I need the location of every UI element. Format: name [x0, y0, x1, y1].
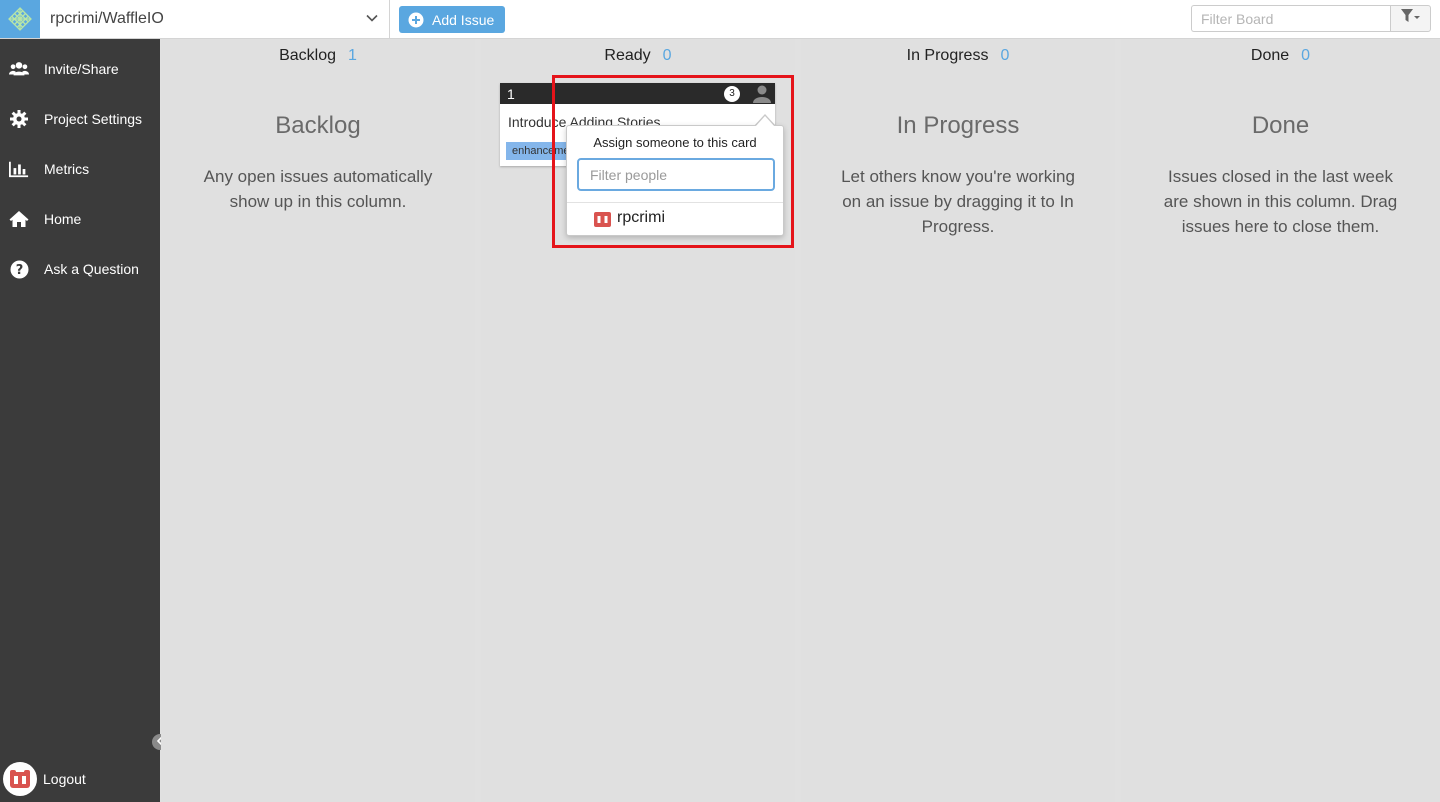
question-icon: ? — [9, 259, 29, 279]
assignee-person-icon[interactable] — [753, 84, 771, 103]
svg-text:?: ? — [15, 263, 23, 278]
sidebar-item-metrics[interactable]: Metrics — [0, 149, 160, 189]
sidebar: Invite/Share Project Settings Metrics Ho… — [0, 39, 160, 802]
column-name: Ready — [604, 47, 651, 64]
plus-circle-icon — [408, 12, 424, 28]
column-empty-title: Done — [1251, 112, 1310, 139]
user-avatar — [3, 762, 37, 796]
column-empty-description: Any open issues automatically show up in… — [203, 167, 433, 211]
column-empty-title: Backlog — [275, 112, 361, 139]
divider — [567, 202, 783, 203]
comment-count-badge: 3 — [724, 86, 740, 102]
sidebar-item-home[interactable]: Home — [0, 199, 160, 239]
column-name: Backlog — [279, 47, 336, 64]
column-header: In Progress 0 — [801, 47, 1115, 65]
column-in-progress: In Progress 0 In Progress Let others know… — [801, 39, 1115, 802]
sidebar-item-project-settings[interactable]: Project Settings — [0, 99, 160, 139]
add-issue-label: Add Issue — [432, 11, 495, 28]
sidebar-item-label: Home — [44, 211, 82, 227]
column-name: In Progress — [906, 47, 989, 64]
card-header: 1 3 — [500, 83, 775, 104]
sidebar-item-ask-question[interactable]: ? Ask a Question — [0, 249, 160, 289]
assign-popover: Assign someone to this card rpcrimi — [566, 125, 784, 236]
column-backlog: Backlog 1 Backlog Any open issues automat… — [161, 39, 475, 802]
column-name: Done — [1250, 47, 1290, 64]
top-bar: rpcrimi/WaffleIO Add Issue — [0, 0, 1440, 39]
issue-number: 1 — [507, 85, 515, 102]
filter-icon — [1400, 9, 1421, 28]
sidebar-item-label: Project Settings — [44, 111, 143, 127]
column-header: Ready 0 — [481, 47, 795, 65]
popover-arrow-inner — [755, 116, 775, 127]
column-count: 0 — [662, 47, 672, 64]
bar-chart-icon — [9, 159, 29, 179]
sidebar-item-invite-share[interactable]: Invite/Share — [0, 49, 160, 89]
column-header: Done 0 — [1121, 47, 1440, 65]
filter-people-input[interactable] — [577, 158, 775, 191]
column-empty-description: Let others know you're working on an iss… — [841, 167, 1075, 236]
assignee-option[interactable]: rpcrimi — [594, 209, 665, 227]
sidebar-item-label: Invite/Share — [44, 61, 119, 77]
user-avatar — [594, 210, 611, 227]
chevron-down-icon — [365, 11, 379, 30]
waffle-logo[interactable] — [0, 0, 40, 38]
home-icon — [9, 209, 29, 229]
logout-button[interactable]: Logout — [0, 761, 160, 797]
column-count: 0 — [1301, 47, 1311, 64]
column-empty-description: Issues closed in the last week are shown… — [1163, 167, 1398, 236]
column-done: Done 0 Done Issues closed in the last wee… — [1121, 39, 1440, 802]
assignee-name: rpcrimi — [617, 209, 665, 226]
sidebar-item-label: Ask a Question — [44, 261, 139, 277]
repo-name: rpcrimi/WaffleIO — [50, 10, 164, 27]
sidebar-item-label: Metrics — [44, 161, 90, 177]
repo-selector[interactable]: rpcrimi/WaffleIO — [40, 0, 390, 38]
users-icon — [9, 59, 29, 79]
gear-icon — [9, 109, 29, 129]
add-issue-button[interactable]: Add Issue — [399, 6, 505, 33]
logout-label: Logout — [43, 771, 86, 787]
column-empty-title: In Progress — [896, 112, 1020, 139]
filter-board-input[interactable] — [1191, 5, 1391, 32]
column-header: Backlog 1 — [161, 47, 475, 65]
popover-title: Assign someone to this card — [593, 135, 757, 150]
column-count: 0 — [1000, 47, 1010, 64]
filter-dropdown-button[interactable] — [1390, 5, 1431, 32]
column-count: 1 — [348, 47, 357, 64]
